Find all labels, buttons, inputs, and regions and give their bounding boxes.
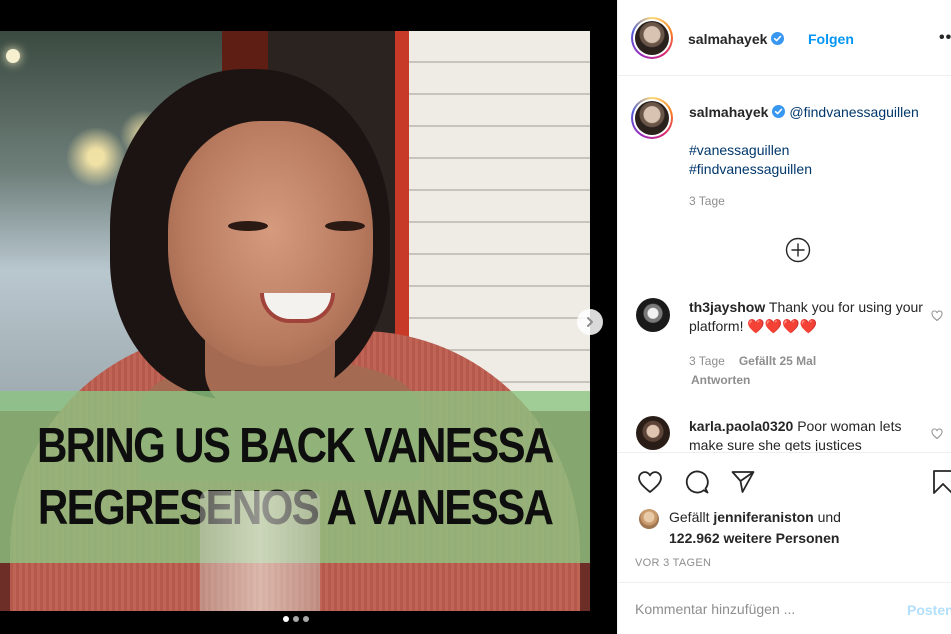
comment-emoji: ❤️❤️❤️❤️ [747, 318, 818, 334]
comment-clip: karla.paola0320 Poor woman lets make sur… [618, 410, 951, 451]
likes-others-link[interactable]: 122.962 weitere Personen [669, 530, 839, 546]
comment-meta: 3 Tage Gefällt 25 Mal [689, 354, 830, 368]
carousel-dots [283, 616, 309, 622]
comment-input[interactable] [635, 598, 895, 620]
comment-username[interactable]: th3jayshow [689, 299, 765, 315]
liker-username[interactable]: jenniferaniston [713, 509, 813, 525]
heart-outline-icon[interactable] [931, 310, 943, 322]
banner-line-english: BRING US BACK VANESSA [37, 419, 554, 473]
follow-button[interactable]: Folgen [808, 31, 854, 47]
caption-line: salmahayek @findvanessaguillen [689, 104, 919, 120]
avatar-image [635, 101, 669, 135]
instagram-post-modal: BRING US BACK VANESSA REGRESENOS A VANES… [0, 0, 951, 634]
caption-username[interactable]: salmahayek [689, 104, 768, 120]
comment-composer: Posten [618, 582, 951, 634]
comment-bubble-icon[interactable] [684, 469, 710, 495]
heart-outline-icon[interactable] [931, 428, 943, 440]
likes-text: Gefällt jenniferaniston und 122.962 weit… [669, 509, 841, 546]
post-details-panel: salmahayek Folgen ••• salmahayek @findvan… [617, 0, 951, 634]
person-face [168, 121, 373, 366]
carousel-next-button[interactable] [577, 309, 603, 335]
comment-avatar[interactable] [636, 298, 670, 332]
header-username[interactable]: salmahayek [688, 31, 785, 47]
post-age[interactable]: VOR 3 TAGEN [635, 557, 711, 569]
more-horizontal-icon[interactable]: ••• [939, 29, 951, 47]
carousel-dot[interactable] [303, 616, 309, 622]
person-eye-right [325, 221, 365, 231]
comment-time[interactable]: 3 Tage [689, 354, 725, 368]
caption-time[interactable]: 3 Tage [689, 194, 725, 208]
comment-username[interactable]: karla.paola0320 [689, 418, 793, 434]
chevron-right-icon [587, 317, 593, 327]
carousel-dot[interactable] [293, 616, 299, 622]
carousel-dot-active[interactable] [283, 616, 289, 622]
verified-badge-icon [771, 32, 785, 45]
comment-avatar[interactable] [636, 416, 670, 450]
post-actions: Gefällt jenniferaniston und 122.962 weit… [618, 452, 951, 582]
comment-text: th3jayshow Thank you for using your plat… [689, 298, 929, 336]
person-eye-left [228, 221, 268, 231]
plus-circle-icon[interactable] [785, 237, 811, 263]
post-header: salmahayek Folgen ••• [618, 0, 951, 76]
share-send-icon[interactable] [730, 469, 756, 495]
hashtag-link[interactable]: #vanessaguillen [689, 142, 789, 158]
bookmark-icon[interactable] [930, 469, 951, 495]
liker-avatar[interactable] [639, 509, 659, 529]
caption-avatar[interactable] [631, 97, 673, 139]
verified-badge-icon [772, 105, 786, 118]
reply-button[interactable]: Antworten [691, 373, 750, 387]
background-lamp [6, 49, 20, 63]
avatar-image [635, 21, 669, 55]
post-media: BRING US BACK VANESSA REGRESENOS A VANES… [0, 0, 617, 634]
hashtag-link[interactable]: #findvanessaguillen [689, 161, 812, 177]
comment-likes[interactable]: Gefällt 25 Mal [739, 354, 816, 368]
like-heart-icon[interactable] [637, 469, 663, 495]
avatar[interactable] [631, 17, 673, 59]
caption-mention-link[interactable]: @findvanessaguillen [789, 104, 918, 120]
comment-text: karla.paola0320 Poor woman lets make sur… [689, 417, 929, 451]
drinking-glass [200, 491, 320, 611]
post-photo[interactable]: BRING US BACK VANESSA REGRESENOS A VANES… [0, 31, 590, 611]
post-comment-button[interactable]: Posten [907, 602, 951, 618]
